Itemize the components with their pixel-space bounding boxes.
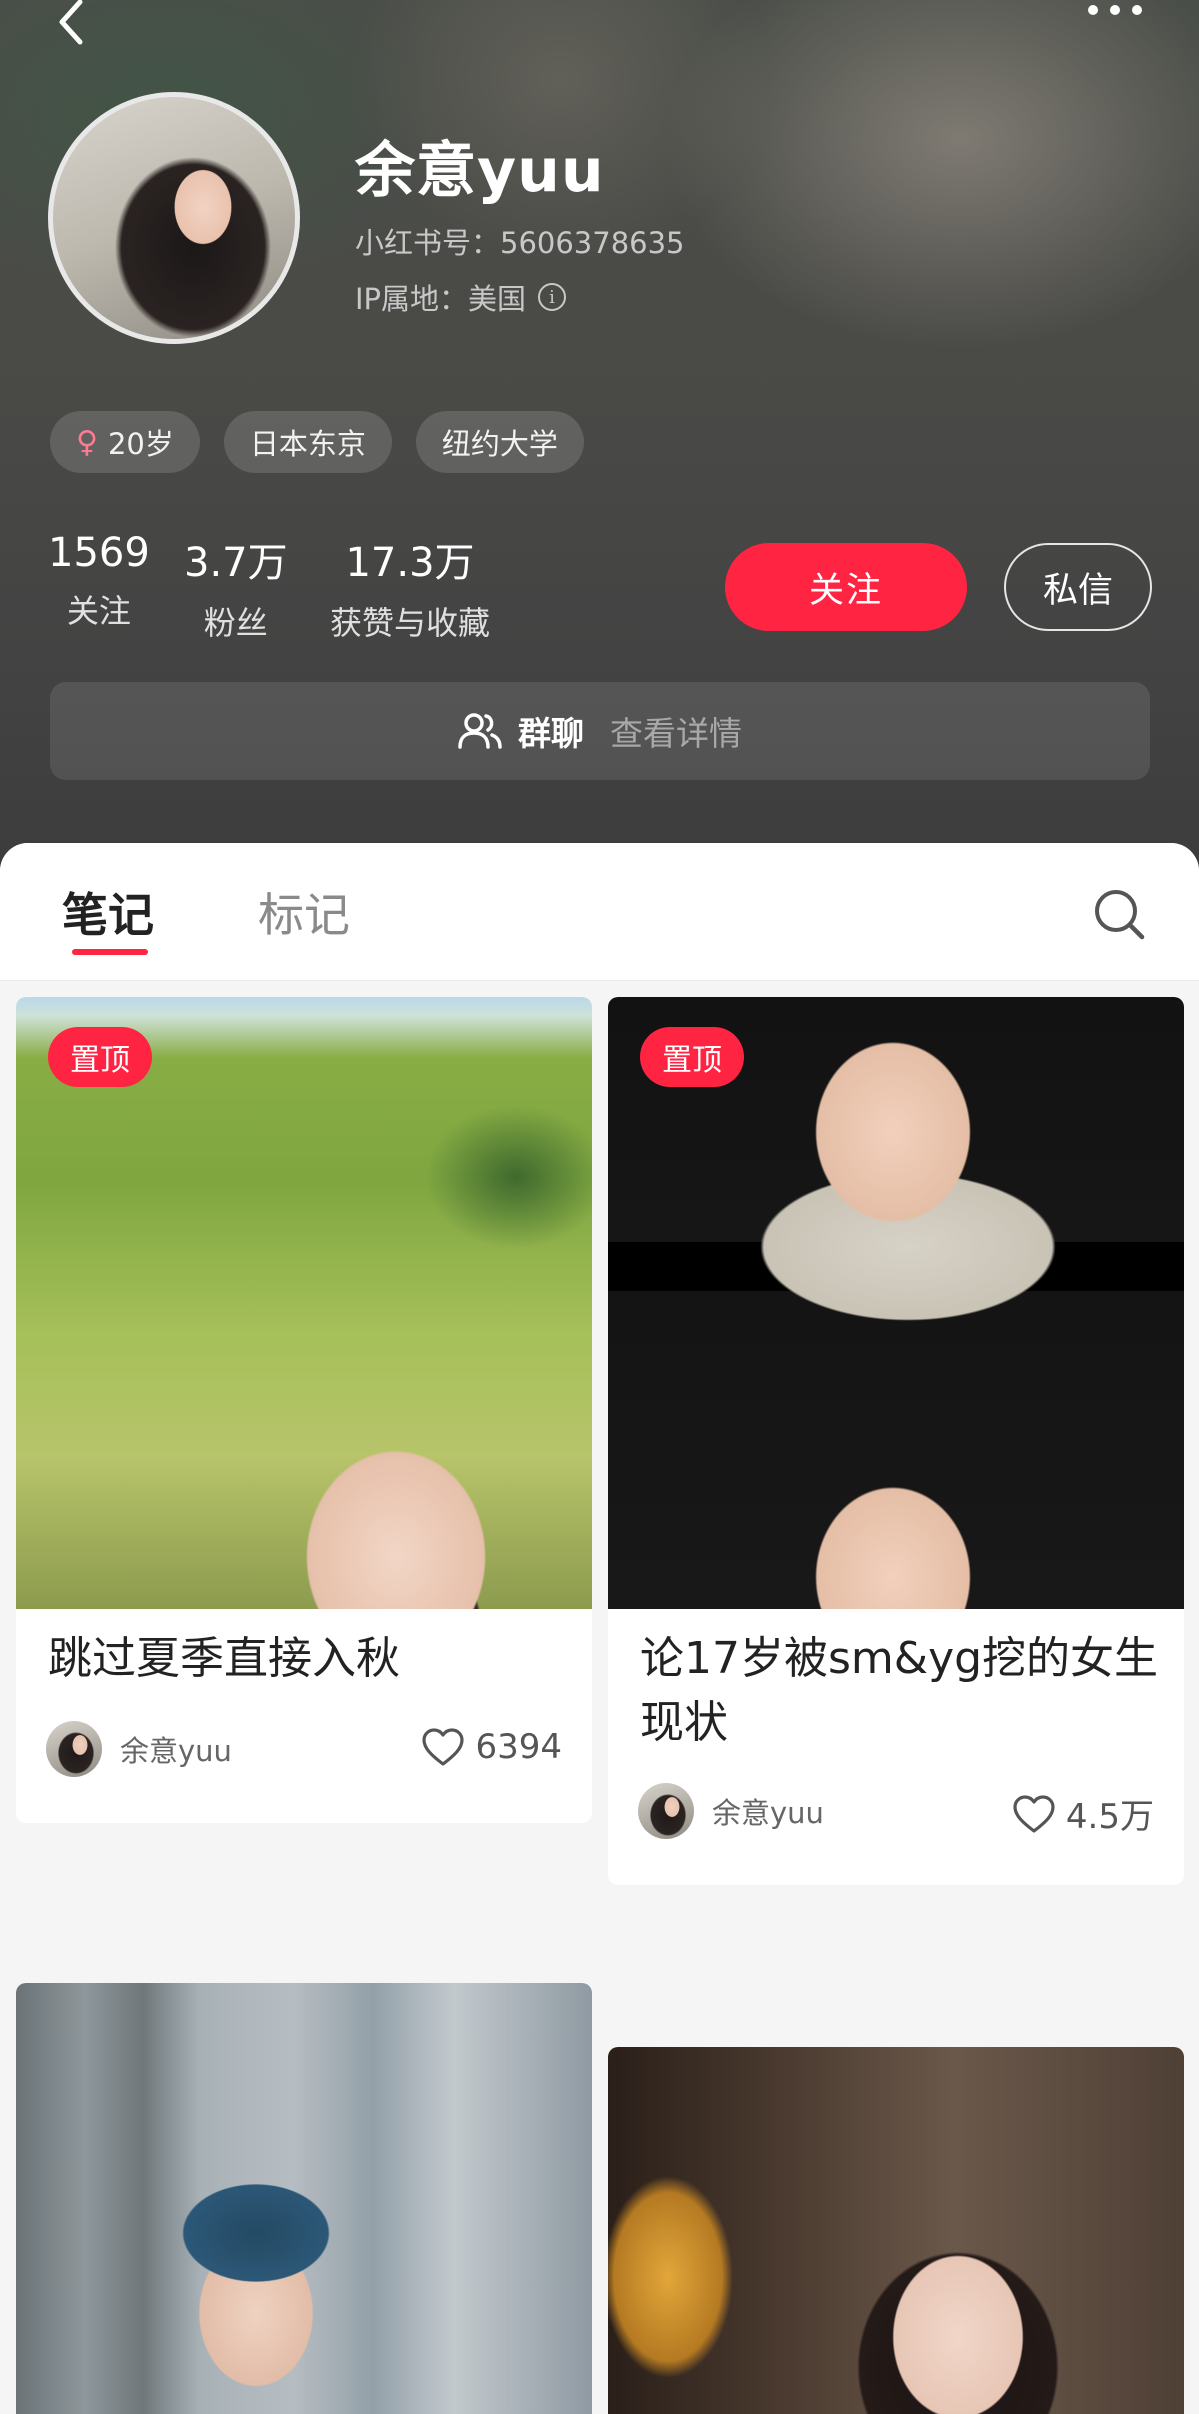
author-avatar: [638, 1783, 694, 1839]
note-cover-image: [16, 1983, 592, 2414]
profile-tags: ♀ 20岁 日本东京 纽约大学: [50, 411, 584, 473]
group-chat-detail: 查看详情: [610, 714, 742, 753]
group-chat-bar[interactable]: 群聊 查看详情: [50, 682, 1150, 780]
tag-school: 纽约大学: [415, 411, 584, 473]
note-card[interactable]: 置顶 论17岁被sm&yg挖的女生现状 余意yuu 4.5万: [608, 997, 1184, 1885]
pinned-badge: 置顶: [48, 1027, 152, 1087]
tab-notes[interactable]: 笔记: [62, 879, 154, 945]
notes-panel: 笔记 标记 置顶 跳过夏季直接入秋 余意yuu 6394 置顶 论17岁被sm&…: [0, 843, 1199, 2414]
stat-likes-value: 17.3万: [345, 540, 475, 586]
note-cover-image: [608, 997, 1184, 1609]
note-cover-image: [608, 2047, 1184, 2414]
tag-school-label: 纽约大学: [441, 427, 558, 461]
stat-following-label: 关注: [66, 592, 131, 630]
stat-likes-label: 获赞与收藏: [330, 604, 491, 642]
note-likes[interactable]: 6394: [421, 1727, 562, 1767]
ip-location: IP属地：美国 i: [355, 276, 567, 318]
tag-city: 日本东京: [223, 411, 392, 473]
author-name: 余意yuu: [712, 1796, 824, 1830]
profile-avatar[interactable]: [48, 92, 300, 344]
female-icon: ♀: [76, 424, 98, 460]
note-author[interactable]: 余意yuu: [638, 1783, 824, 1839]
note-likes[interactable]: 4.5万: [1012, 1789, 1154, 1838]
message-button[interactable]: 私信: [1004, 543, 1152, 631]
follow-button[interactable]: 关注: [725, 543, 967, 631]
note-title: 论17岁被sm&yg挖的女生现状: [640, 1633, 1159, 1748]
tab-bar: 笔记 标记: [0, 843, 1199, 981]
author-avatar: [46, 1721, 102, 1777]
active-tab-indicator: [72, 949, 148, 955]
group-chat-icon: [458, 713, 502, 749]
info-icon[interactable]: i: [538, 283, 567, 311]
back-arrow-icon[interactable]: [52, 0, 92, 48]
pinned-badge: 置顶: [640, 1027, 744, 1087]
heart-icon: [1013, 1794, 1055, 1833]
heart-icon: [422, 1728, 465, 1766]
search-icon[interactable]: [1092, 887, 1146, 941]
tag-age: ♀ 20岁: [50, 411, 200, 473]
tag-age-label: 20岁: [107, 427, 174, 461]
more-dots-icon[interactable]: [1085, 2, 1145, 18]
note-card[interactable]: [608, 2047, 1184, 2414]
stat-fans-label: 粉丝: [203, 604, 268, 642]
note-card[interactable]: 置顶 跳过夏季直接入秋 余意yuu 6394: [16, 997, 592, 1823]
note-card[interactable]: [16, 1983, 592, 2414]
note-cover-image: [16, 997, 592, 1609]
note-author[interactable]: 余意yuu: [46, 1721, 232, 1777]
stat-likes[interactable]: 17.3万 获赞与收藏: [330, 530, 490, 644]
profile-username: 余意yuu: [355, 136, 605, 206]
stat-fans[interactable]: 3.7万 粉丝: [184, 530, 288, 644]
stat-following[interactable]: 1569 关注: [48, 530, 150, 632]
like-count: 6394: [475, 1727, 562, 1767]
stat-fans-value: 3.7万: [184, 540, 288, 586]
group-chat-label: 群聊: [518, 714, 584, 753]
stat-following-value: 1569: [48, 530, 150, 576]
red-id-number: 小红书号：5606378635: [355, 226, 685, 260]
tag-city-label: 日本东京: [249, 427, 366, 461]
like-count: 4.5万: [1065, 1797, 1154, 1837]
author-name: 余意yuu: [120, 1734, 232, 1768]
ip-location-text: IP属地：美国: [355, 282, 527, 316]
tab-tags[interactable]: 标记: [258, 879, 350, 945]
note-title: 跳过夏季直接入秋: [48, 1633, 400, 1684]
